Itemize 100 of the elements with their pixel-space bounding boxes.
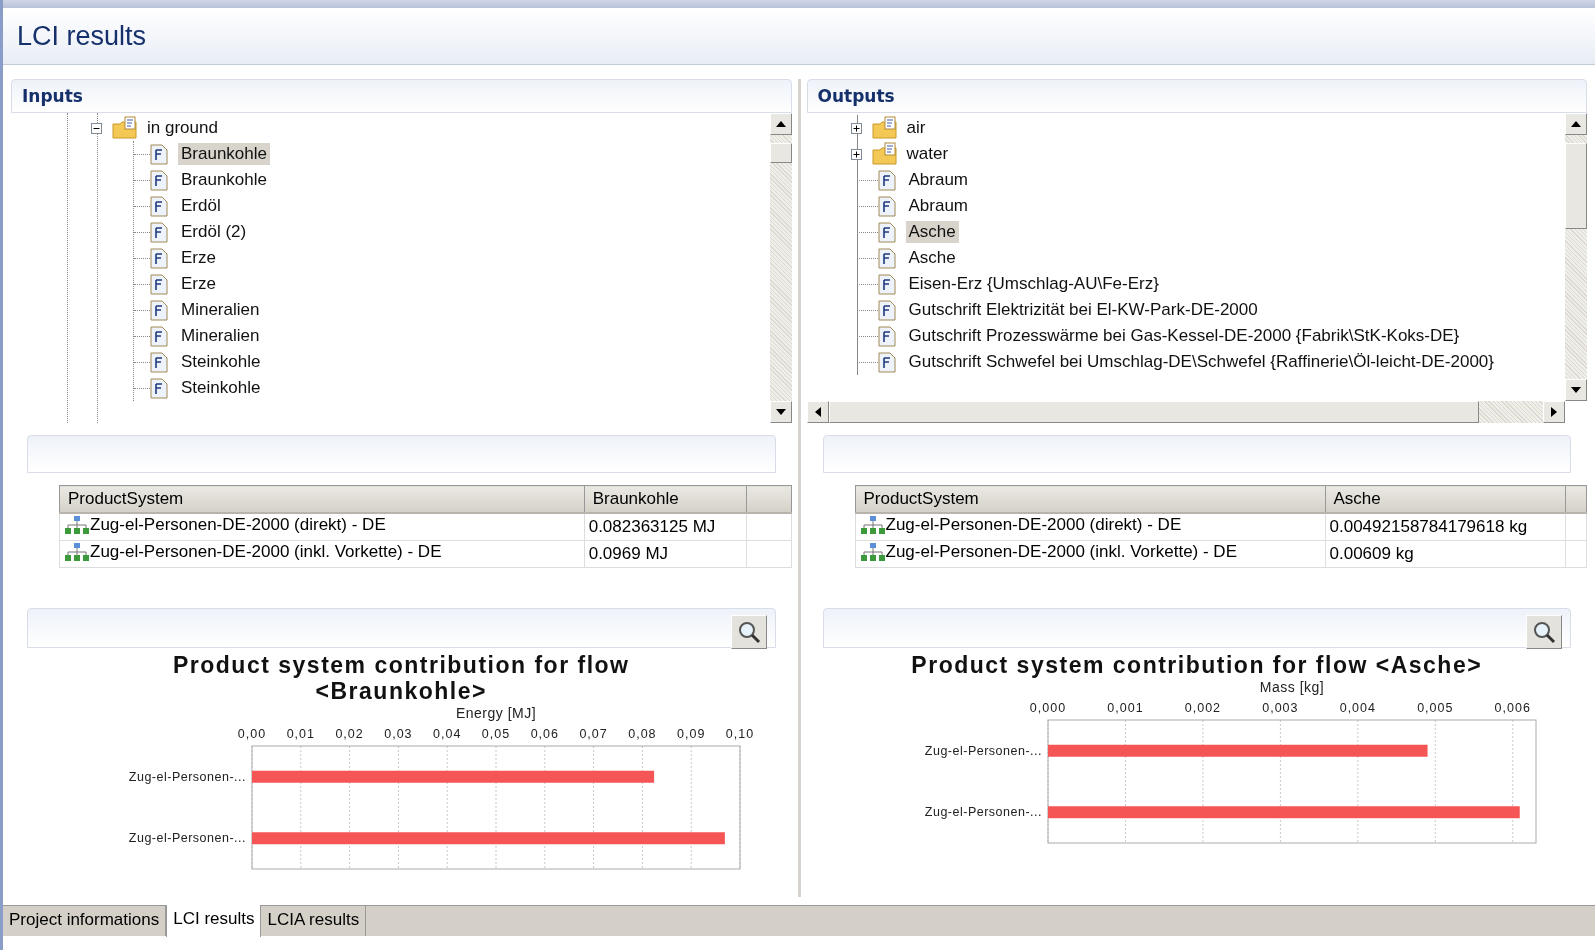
search-icon: [1532, 620, 1556, 644]
tree-item[interactable]: Abraum: [905, 195, 972, 217]
tree-item[interactable]: Gutschrift Prozesswärme bei Gas-Kessel-DE-2000 {Fabrik\StK-Koks-DE}: [905, 325, 1463, 347]
vertical-scrollbar[interactable]: [769, 113, 792, 423]
scroll-down-button[interactable]: [769, 401, 792, 423]
right-arrow-icon: [1551, 407, 1557, 417]
tick-label: 0,06: [530, 727, 559, 741]
tree-item[interactable]: Braunkohle: [178, 169, 270, 191]
tree-toggle[interactable]: [91, 122, 102, 134]
axis-title: Mass [kg]: [1259, 679, 1324, 695]
document-icon: [150, 221, 168, 243]
hierarchy-icon: [859, 541, 886, 562]
hierarchy-icon: [64, 541, 90, 562]
tree-item[interactable]: water: [903, 143, 952, 165]
tree-toggle[interactable]: [850, 122, 862, 134]
column-header[interactable]: ProductSystem: [855, 485, 1325, 513]
tick-label: 0,006: [1494, 701, 1531, 715]
tree-item[interactable]: Gutschrift Elektrizität bei El-KW-Park-DE-2000: [905, 299, 1261, 321]
tree-item[interactable]: Erze: [178, 273, 219, 295]
category-label: Zug-el-Personen-...: [128, 831, 246, 846]
document-icon: [877, 351, 896, 373]
column-header[interactable]: Braunkohle: [584, 485, 747, 513]
up-arrow-icon: [1571, 121, 1581, 127]
tree-item[interactable]: in ground: [144, 117, 221, 139]
category-label: Zug-el-Personen-...: [924, 743, 1042, 758]
tick-label: 0,002: [1184, 701, 1221, 715]
table-cell: Zug-el-Personen-DE-2000 (inkl. Vorkette) - DE: [90, 541, 442, 562]
table-cell: 0.00609 kg: [1329, 544, 1414, 564]
tree-item[interactable]: Erdöl: [178, 195, 224, 217]
table-cell: 0.0969 MJ: [588, 544, 669, 564]
scroll-thumb[interactable]: [769, 143, 792, 163]
section-title: Outputs: [817, 86, 895, 106]
scroll-left-button[interactable]: [806, 401, 829, 423]
document-icon: [877, 273, 896, 295]
tree-item[interactable]: Asche: [905, 247, 959, 269]
tree-item[interactable]: Gutschrift Schwefel bei Umschlag-DE\Schwefel {Raffinerie\Öl-leicht-DE-2000}: [905, 351, 1497, 373]
scroll-right-button[interactable]: [1543, 401, 1565, 423]
tick-label: 0,004: [1339, 701, 1376, 715]
tab[interactable]: LCI results: [166, 905, 262, 937]
document-icon: [150, 325, 168, 347]
zoom-button[interactable]: [730, 615, 767, 649]
tree-item[interactable]: Abraum: [905, 169, 972, 191]
tick-label: 0,07: [579, 727, 608, 741]
table-cell: Zug-el-Personen-DE-2000 (direkt) - DE: [90, 514, 386, 535]
document-icon: [150, 195, 168, 217]
table-cell: 0.082363125 MJ: [588, 517, 716, 537]
tree-item[interactable]: Mineralien: [178, 325, 263, 347]
tree-toggle[interactable]: [850, 148, 862, 160]
tree-item[interactable]: Erze: [178, 247, 219, 269]
tree-item[interactable]: air: [903, 117, 929, 139]
tree-item[interactable]: Eisen-Erz {Umschlag-AU\Fe-Erz}: [905, 273, 1162, 295]
tick-label: 0,08: [628, 727, 657, 741]
tree-item[interactable]: Erdöl (2): [178, 221, 250, 243]
document-icon: [150, 247, 168, 269]
document-icon: [150, 169, 168, 191]
document-icon: [150, 351, 168, 373]
document-icon: [877, 195, 896, 217]
tick-label: 0,09: [677, 727, 706, 741]
scroll-down-button[interactable]: [1565, 379, 1587, 401]
folder-icon: [112, 116, 138, 140]
document-icon: [877, 221, 896, 243]
tick-label: 0,000: [1029, 701, 1066, 715]
tick-label: 0,003: [1261, 701, 1298, 715]
scroll-up-button[interactable]: [769, 113, 792, 135]
document-icon: [150, 299, 168, 321]
scroll-up-button[interactable]: [1565, 113, 1587, 135]
tick-label: 0,05: [481, 727, 511, 741]
tick-label: 0,10: [725, 727, 755, 741]
axis-title: Energy [MJ]: [455, 705, 537, 721]
table-cell: 0.00492158784179618 kg: [1329, 517, 1528, 537]
tick-label: 0,04: [433, 727, 462, 741]
down-arrow-icon: [1571, 387, 1581, 393]
tree-item[interactable]: Steinkohle: [178, 377, 264, 399]
tick-label: 0,00: [237, 727, 267, 741]
tick-label: 0,03: [384, 727, 413, 741]
document-icon: [150, 273, 168, 295]
zoom-button[interactable]: [1526, 615, 1562, 649]
hierarchy-icon: [64, 514, 90, 535]
column-header[interactable]: Asche: [1325, 485, 1566, 513]
tree-item[interactable]: Mineralien: [178, 299, 263, 321]
document-icon: [877, 325, 896, 347]
down-arrow-icon: [775, 409, 786, 415]
category-label: Zug-el-Personen-...: [128, 769, 246, 784]
tree-item[interactable]: Asche: [905, 221, 959, 243]
tick-label: 0,01: [286, 727, 315, 741]
tick-label: 0,02: [335, 727, 364, 741]
document-icon: [150, 377, 168, 399]
chart-title: Product system contribution for flow <Asche>: [911, 652, 1483, 678]
document-icon: [877, 299, 896, 321]
scroll-thumb[interactable]: [1565, 143, 1587, 229]
document-icon: [150, 143, 168, 165]
column-header[interactable]: ProductSystem: [59, 485, 585, 513]
tree-item[interactable]: Steinkohle: [178, 351, 264, 373]
tree-item[interactable]: Braunkohle: [178, 143, 270, 165]
tick-label: 0,005: [1416, 701, 1453, 715]
vertical-scrollbar[interactable]: [1565, 113, 1587, 401]
hierarchy-icon: [859, 514, 886, 535]
editor-title: LCI results: [17, 20, 147, 52]
table-cell: Zug-el-Personen-DE-2000 (inkl. Vorkette) - DE: [885, 541, 1237, 562]
left-arrow-icon: [814, 407, 821, 417]
